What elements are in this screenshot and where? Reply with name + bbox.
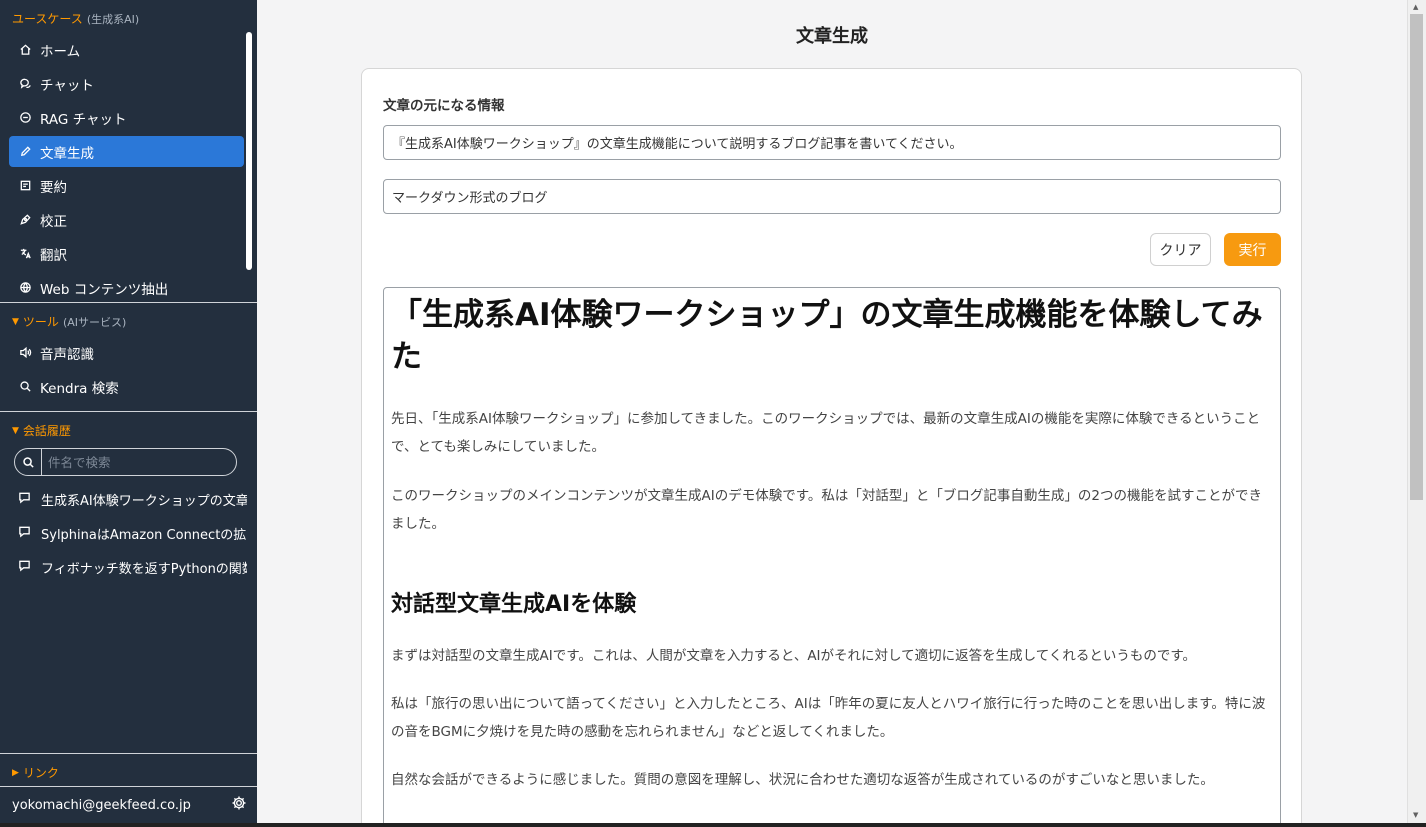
sidebar-divider [0,302,257,303]
home-icon [18,43,32,57]
history-item[interactable]: SylphinaはAmazon Connectの拡 [12,518,247,548]
page-title: 文章生成 [796,26,868,47]
history-search-input[interactable] [41,449,236,475]
usecase-header-label: ユースケース [12,12,83,26]
tools-section-header[interactable]: ▼ ツール (AIサービス) [12,313,126,330]
speaker-icon [18,346,32,360]
nav-item-label: 要約 [40,179,67,196]
generation-card: 文章の元になる情報 『生成系AI体験ワークショップ』の文章生成機能について説明す… [361,68,1302,827]
source-info-input[interactable]: 『生成系AI体験ワークショップ』の文章生成機能について説明するブログ記事を書いて… [383,125,1281,160]
nav-item-summary[interactable]: 要約 [9,170,244,201]
pen-nib-icon [18,213,32,227]
rag-chat-icon [18,111,32,125]
history-search [14,448,237,476]
nav-item-label: 音声認識 [40,346,94,363]
user-email: yokomachi@geekfeed.co.jp [12,797,191,813]
clear-button[interactable]: クリア [1150,233,1211,266]
nav-item-chat[interactable]: チャット [9,68,244,99]
main-content: 文章生成 文章の元になる情報 『生成系AI体験ワークショップ』の文章生成機能につ… [257,0,1407,827]
source-info-value: 『生成系AI体験ワークショップ』の文章生成機能について説明するブログ記事を書いて… [392,137,963,152]
nav-item-label: 翻訳 [40,247,67,264]
sidebar-divider [0,411,257,412]
nav-item-speech-recognition[interactable]: 音声認識 [9,337,244,368]
gear-icon[interactable] [231,795,247,815]
search-icon [15,456,41,469]
nav-item-label: RAG チャット [40,111,127,128]
output-paragraph: このワークショップのメインコンテンツが文章生成AIのデモ体験です。私は「対話型」… [391,488,1262,532]
nav-item-label: 校正 [40,213,67,230]
history-item-label: フィボナッチ数を返すPythonの関数 [41,561,247,577]
chat-icon [18,77,32,91]
run-button[interactable]: 実行 [1224,233,1281,266]
caret-down-icon: ▼ [12,316,19,327]
chat-bubble-icon [18,491,31,508]
translate-icon [18,247,32,261]
context-input[interactable]: マークダウン形式のブログ [383,179,1281,214]
tools-header-label: ツール [22,315,59,329]
caret-right-icon: ▶ [12,767,19,778]
history-item-label: 生成系AI体験ワークショップの文章 [41,493,247,509]
chat-bubble-icon [18,559,31,576]
summary-icon [18,179,32,193]
chat-bubble-icon [18,525,31,542]
history-item-label: SylphinaはAmazon Connectの拡 [41,527,247,543]
window-bottom-edge [0,823,1426,827]
history-item[interactable]: 生成系AI体験ワークショップの文章 [12,484,247,514]
page-scrollbar[interactable]: ▲ ▼ [1407,0,1426,823]
nav-item-label: Kendra 検索 [40,380,119,397]
output-paragraph: 自然な会話ができるように感じました。質問の意図を理解し、状況に合わせた適切な返答… [391,772,1214,788]
history-item[interactable]: フィボナッチ数を返すPythonの関数 [12,552,247,582]
nav-item-web-extract[interactable]: Web コンテンツ抽出 [9,272,244,303]
nav-item-label: Web コンテンツ抽出 [40,281,169,298]
sidebar: ユースケース (生成系AI) ホーム チャット RAG チャット 文章生成 要約… [0,0,257,823]
user-row: yokomachi@geekfeed.co.jp [12,795,247,815]
nav-item-home[interactable]: ホーム [9,34,244,65]
context-value: マークダウン形式のブログ [392,191,548,206]
caret-down-icon: ▼ [12,425,19,436]
history-section-header[interactable]: ▼ 会話履歴 [12,422,71,439]
output-heading-2: 対話型文章生成AIを体験 [391,592,637,617]
nav-item-kendra-search[interactable]: Kendra 検索 [9,371,244,402]
source-info-label: 文章の元になる情報 [383,98,505,114]
links-header-label: リンク [22,766,59,780]
output-paragraph: 私は「旅行の思い出について語ってください」と入力したところ、AIは「昨年の夏に友… [391,696,1266,740]
scroll-down-icon[interactable]: ▼ [1413,811,1418,819]
nav-item-rag-chat[interactable]: RAG チャット [9,102,244,133]
globe-icon [18,281,32,295]
output-paragraph: 先日、「生成系AI体験ワークショップ」に参加してきました。このワークショップでは… [391,411,1261,455]
nav-item-proofread[interactable]: 校正 [9,204,244,235]
output-paragraph: まずは対話型の文章生成AIです。これは、人間が文章を入力すると、AIがそれに対し… [391,648,1196,664]
nav-item-label: ホーム [40,43,81,60]
usecase-section-header: ユースケース (生成系AI) [12,10,139,27]
output-heading-1: 「生成系AI体験ワークショップ」の文章生成機能を体験してみた [391,297,1263,375]
history-header-label: 会話履歴 [22,424,71,438]
sidebar-scrollbar[interactable] [246,32,252,270]
scroll-up-icon[interactable]: ▲ [1413,3,1418,11]
sidebar-divider [0,786,257,787]
search-icon [18,380,32,394]
pencil-icon [18,145,32,159]
nav-item-label: チャット [40,77,94,94]
usecase-header-sub: (生成系AI) [86,12,140,26]
scrollbar-thumb[interactable] [1410,14,1423,500]
links-section-header[interactable]: ▶ リンク [12,764,59,781]
generated-output: 「生成系AI体験ワークショップ」の文章生成機能を体験してみた 先日、「生成系AI… [383,287,1281,827]
nav-item-label: 文章生成 [40,145,94,162]
tools-header-sub: (AIサービス) [62,315,127,329]
nav-item-text-generation[interactable]: 文章生成 [9,136,244,167]
sidebar-divider [0,753,257,754]
nav-item-translate[interactable]: 翻訳 [9,238,244,269]
